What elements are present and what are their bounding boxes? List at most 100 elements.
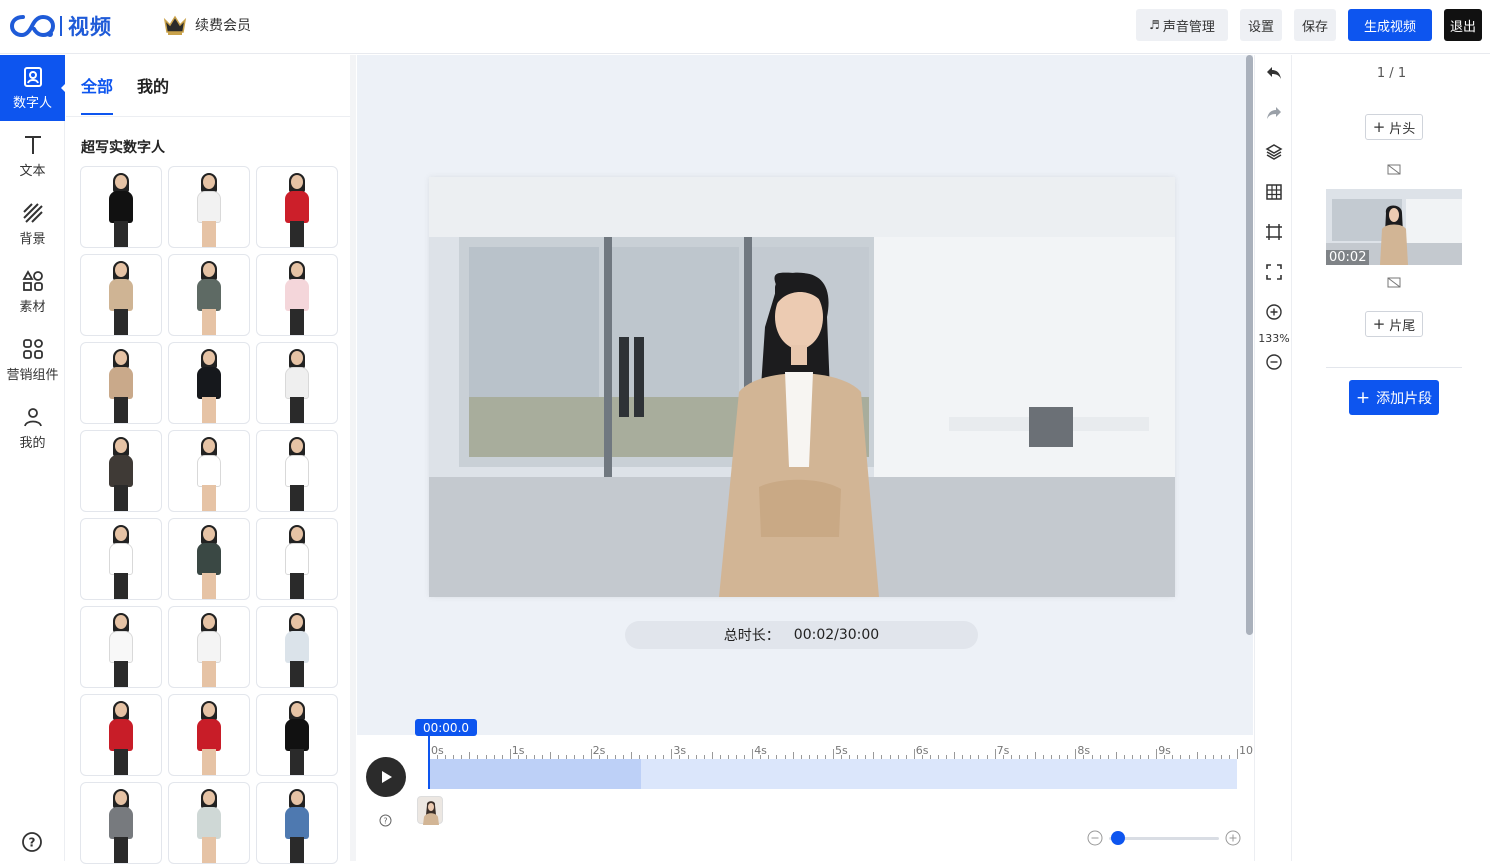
avatar-thumbnail[interactable]: [168, 166, 250, 248]
playhead[interactable]: [428, 735, 430, 789]
timeline-zoom-slider[interactable]: [1109, 830, 1219, 845]
avatar-outfit: [285, 367, 309, 399]
timeline-ruler[interactable]: 0s 1s 2s 3s 4s 5s 6s 7s 8s 9s 10: [429, 735, 1253, 759]
renew-membership-link[interactable]: 续费会员: [163, 14, 251, 36]
settings-button[interactable]: 设置: [1240, 9, 1282, 41]
save-button[interactable]: 保存: [1294, 9, 1336, 41]
add-segment-button[interactable]: + 添加片段: [1349, 380, 1439, 415]
avatar-head: [115, 439, 127, 453]
avatar-head: [291, 439, 303, 453]
undo-icon[interactable]: [1264, 63, 1284, 83]
avatar-thumbnail[interactable]: [80, 782, 162, 864]
avatar-thumbnail[interactable]: [168, 254, 250, 336]
nav-item-material[interactable]: 素材: [0, 259, 65, 325]
avatar-thumbnail[interactable]: [168, 518, 250, 600]
avatar-thumbnail[interactable]: [256, 430, 338, 512]
crop-icon[interactable]: [1264, 222, 1284, 242]
total-duration-bar: 总时长： 00:02/30:00: [625, 621, 978, 649]
exit-button[interactable]: 退出: [1444, 9, 1482, 41]
nav-item-background[interactable]: 背景: [0, 191, 65, 257]
canvas-scrollbar[interactable]: [1246, 55, 1253, 635]
ruler-tick: [1156, 749, 1158, 759]
zoom-out-icon[interactable]: [1264, 352, 1284, 372]
nav-item-digital-human[interactable]: 数字人: [0, 55, 66, 121]
top-bar: 视频 续费会员 ♬ 声音管理 设置 保存 生成视频 退出: [0, 0, 1490, 54]
tab-mine[interactable]: 我的: [137, 73, 169, 115]
timeline-zoom-knob[interactable]: [1111, 830, 1125, 845]
avatar-clip-thumbnail[interactable]: [417, 796, 443, 825]
avatar-thumbnail[interactable]: [256, 694, 338, 776]
avatar-legs: [114, 221, 128, 247]
ruler-tick-label: 0s: [431, 744, 444, 757]
avatar-thumbnail[interactable]: [256, 518, 338, 600]
video-preview-stage[interactable]: [429, 177, 1175, 597]
redo-icon[interactable]: [1264, 103, 1284, 123]
logo-mark-icon: [10, 14, 56, 38]
no-transition-icon[interactable]: [1387, 164, 1401, 175]
nav-item-text[interactable]: 文本: [0, 123, 65, 189]
ruler-tick: [1115, 752, 1117, 759]
ruler-tick: [1035, 752, 1036, 759]
avatar-legs: [114, 573, 128, 599]
avatar-thumbnail[interactable]: [168, 782, 250, 864]
ruler-tick: [954, 752, 956, 759]
avatar-outfit: [197, 455, 221, 487]
background-icon: [22, 202, 43, 223]
avatar-thumbnail[interactable]: [80, 694, 162, 776]
avatar-thumbnail[interactable]: [256, 166, 338, 248]
no-transition-icon[interactable]: [1387, 277, 1401, 288]
avatar-head: [291, 615, 303, 629]
ruler-tick: [873, 752, 875, 759]
avatar-outfit: [197, 367, 221, 399]
add-head-button[interactable]: + 片头: [1365, 114, 1423, 140]
ruler-tick-label: 10: [1239, 744, 1253, 757]
avatar-thumbnail[interactable]: [256, 782, 338, 864]
panel-scrollbar[interactable]: [350, 55, 356, 861]
left-nav: 数字人 文本 背景 素材 营销组件 我的 ?: [0, 55, 66, 861]
play-button[interactable]: [366, 757, 406, 797]
help-icon[interactable]: ?: [21, 831, 43, 857]
nav-item-marketing[interactable]: 营销组件: [0, 327, 65, 393]
avatar-thumbnail[interactable]: [256, 342, 338, 424]
ruler-tick-label: 6s: [915, 744, 929, 757]
avatar-thumbnail[interactable]: [80, 518, 162, 600]
avatar-thumbnail[interactable]: [80, 166, 162, 248]
avatar-thumbnail[interactable]: [256, 254, 338, 336]
ruler-tick: [1237, 749, 1238, 759]
tab-all[interactable]: 全部: [81, 73, 114, 115]
scene-thumbnail[interactable]: 00:02: [1326, 189, 1462, 265]
video-track[interactable]: [429, 759, 1237, 789]
add-tail-button[interactable]: + 片尾: [1365, 311, 1423, 337]
avatar-thumbnail[interactable]: [256, 606, 338, 688]
section-title: 超写实数字人: [81, 140, 165, 156]
voice-management-button[interactable]: ♬ 声音管理: [1136, 9, 1228, 41]
timeline-zoom-in-icon[interactable]: [1225, 830, 1241, 846]
grid-icon[interactable]: [1264, 182, 1284, 202]
avatar-thumbnail[interactable]: [168, 430, 250, 512]
avatar-thumbnail[interactable]: [80, 342, 162, 424]
avatar-outfit: [109, 367, 133, 399]
ruler-tick: [1196, 752, 1198, 759]
avatar-legs: [202, 397, 216, 423]
avatar-legs: [202, 573, 216, 599]
avatar-thumbnail[interactable]: [168, 606, 250, 688]
app-logo[interactable]: 视频: [10, 11, 112, 41]
ruler-tick: [469, 752, 471, 759]
generate-video-button[interactable]: 生成视频: [1348, 9, 1432, 41]
avatar-outfit: [285, 719, 309, 751]
avatar-thumbnail[interactable]: [80, 606, 162, 688]
avatar-thumbnail[interactable]: [80, 430, 162, 512]
avatar-thumbnail[interactable]: [80, 254, 162, 336]
layers-icon[interactable]: [1264, 142, 1284, 162]
timeline-zoom-out-icon[interactable]: [1087, 830, 1103, 846]
avatar-legs: [202, 661, 216, 687]
material-icon: [21, 269, 43, 291]
timeline-help-icon[interactable]: ?: [379, 812, 392, 831]
nav-item-mine[interactable]: 我的: [0, 395, 65, 461]
avatar-thumbnail[interactable]: [168, 342, 250, 424]
ruler-tick-label: 9s: [1158, 744, 1171, 757]
video-clip[interactable]: [429, 759, 641, 789]
fullscreen-icon[interactable]: [1264, 262, 1284, 282]
avatar-thumbnail[interactable]: [168, 694, 250, 776]
zoom-in-icon[interactable]: [1264, 302, 1284, 322]
